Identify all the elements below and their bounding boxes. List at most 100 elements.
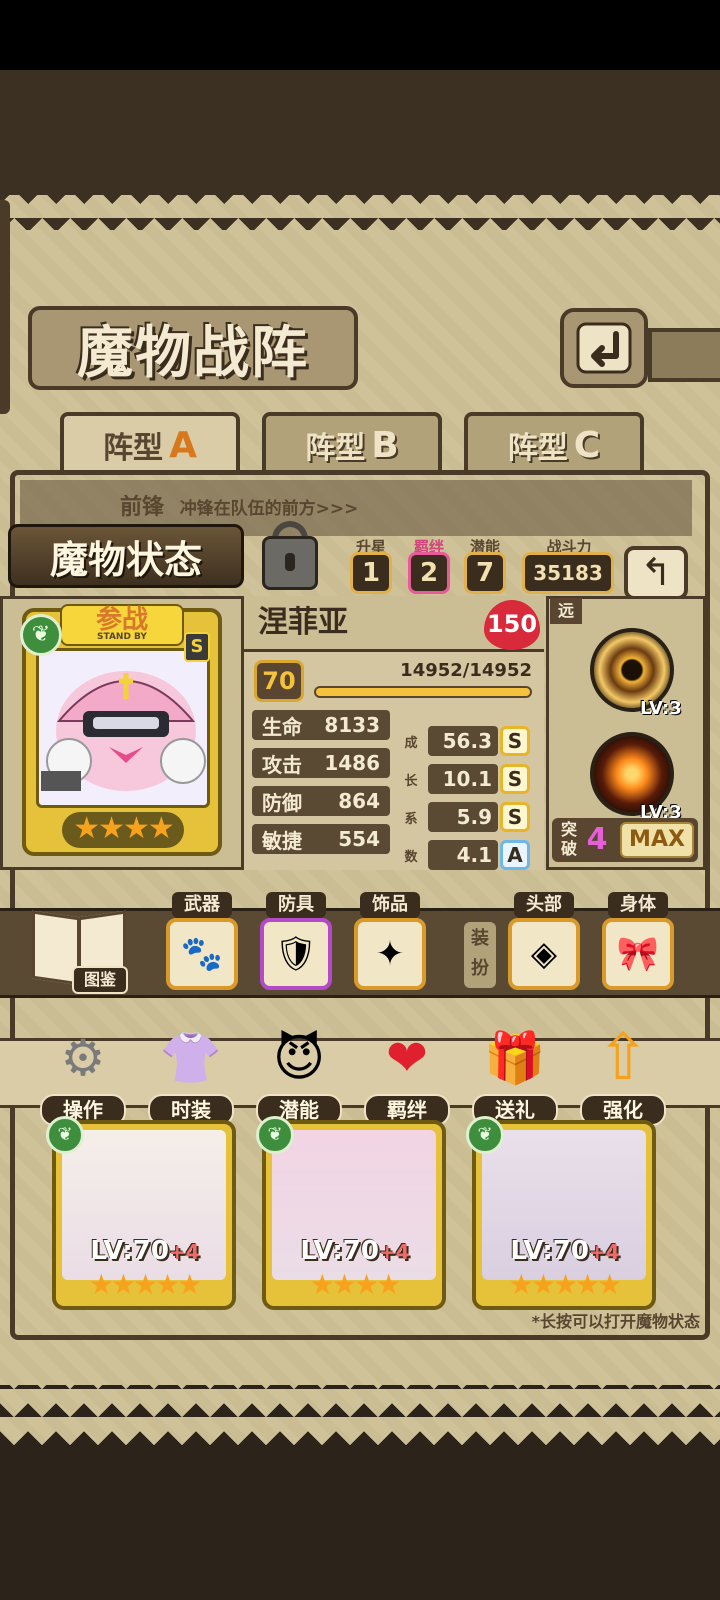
weapon-label: 武器 bbox=[172, 892, 232, 918]
growth-label-char: 长 bbox=[404, 774, 418, 789]
element-leaf-icon: ❦ bbox=[466, 1116, 504, 1154]
stat-label: 敏捷 bbox=[262, 828, 302, 853]
upgrade-arrows-icon[interactable]: ⇧ bbox=[580, 1020, 666, 1096]
stat-label: 攻击 bbox=[262, 752, 302, 777]
level-text: LV:70 bbox=[510, 1236, 589, 1266]
stat-label: 生命 bbox=[262, 714, 302, 739]
tab-letter: A bbox=[169, 424, 197, 466]
skill-level: LV:3 bbox=[640, 698, 682, 719]
panel-top-edge bbox=[0, 190, 720, 230]
gift-icon[interactable]: 🎁 bbox=[472, 1020, 558, 1096]
monster-portrait bbox=[36, 648, 210, 808]
stat-row-defense: 防御 864 bbox=[252, 786, 390, 816]
stat-value: 554 bbox=[338, 827, 380, 851]
back-button[interactable] bbox=[560, 308, 648, 388]
team-member-stars: ★★★★★ bbox=[508, 1268, 623, 1301]
stat-value: 864 bbox=[338, 789, 380, 813]
bond-value[interactable]: 2 bbox=[408, 552, 450, 594]
star-up-value[interactable]: 1 bbox=[350, 552, 392, 594]
grade-badge-agility: A bbox=[500, 840, 530, 870]
exp-text: 14952/14952 bbox=[400, 660, 532, 681]
level-plus: +4 bbox=[378, 1240, 410, 1264]
dress-up-label[interactable]: 装扮 bbox=[464, 922, 496, 988]
monster-stars: ★★★★ bbox=[62, 812, 184, 848]
status-bar bbox=[0, 0, 720, 70]
page-title: 魔物战阵 bbox=[28, 306, 358, 390]
max-button[interactable]: MAX bbox=[620, 822, 694, 858]
team-member-stars: ★★★★★ bbox=[88, 1268, 203, 1301]
power-value: 35183 bbox=[522, 552, 614, 594]
team-member-stars: ★★★★ bbox=[309, 1268, 401, 1301]
bow-icon[interactable]: 🎀 bbox=[602, 918, 674, 990]
potential-value[interactable]: 7 bbox=[464, 552, 506, 594]
return-arrow-button[interactable]: ↰ bbox=[624, 546, 688, 600]
side-handle[interactable] bbox=[0, 200, 10, 414]
stat-row-attack: 攻击 1486 bbox=[252, 748, 390, 778]
grade-badge-attack: S bbox=[500, 764, 530, 794]
accessory-icon[interactable]: ✦ bbox=[354, 918, 426, 990]
long-press-hint: *长按可以打开魔物状态 bbox=[531, 1312, 700, 1331]
tab-letter: C bbox=[573, 424, 601, 466]
stat-value: 1486 bbox=[324, 751, 380, 775]
status-panel-title: 魔物状态 bbox=[8, 524, 244, 588]
armor-label: 防具 bbox=[266, 892, 326, 918]
tab-formation-c[interactable]: 阵型 C bbox=[464, 412, 644, 474]
codex-label[interactable]: 图鉴 bbox=[72, 966, 128, 994]
tab-formation-b[interactable]: 阵型 B bbox=[262, 412, 442, 474]
potential-icon[interactable]: 😈 bbox=[256, 1020, 342, 1096]
background-bottom bbox=[0, 1445, 720, 1600]
panel-bottom-edge bbox=[0, 1385, 720, 1445]
monster-portrait-art bbox=[41, 671, 206, 791]
accessory-label: 饰品 bbox=[360, 892, 420, 918]
growth-value-hp: 56.3 bbox=[428, 726, 498, 756]
mask-icon[interactable]: ◈ bbox=[508, 918, 580, 990]
growth-value-agility: 4.1 bbox=[428, 840, 498, 870]
breakthrough-label: 突破 bbox=[560, 820, 577, 858]
level-text: LV:70 bbox=[300, 1236, 379, 1266]
tab-formation-a[interactable]: 阵型 A bbox=[60, 412, 240, 474]
growth-value-attack: 10.1 bbox=[428, 764, 498, 794]
team-member-level: LV:70+4 bbox=[490, 1236, 640, 1266]
background-top bbox=[0, 70, 720, 195]
hearts-icon[interactable]: ❤ bbox=[364, 1020, 450, 1096]
growth-value-defense: 5.9 bbox=[428, 802, 498, 832]
element-leaf-icon: ❦ bbox=[256, 1116, 294, 1154]
tab-label: 阵型 bbox=[103, 431, 164, 466]
grade-badge-hp: S bbox=[500, 726, 530, 756]
element-leaf-icon: ❦ bbox=[46, 1116, 84, 1154]
tab-label: 阵型 bbox=[305, 431, 366, 466]
head-label: 头部 bbox=[514, 892, 574, 918]
stat-label: 防御 bbox=[262, 790, 302, 815]
growth-label-char: 系 bbox=[404, 812, 418, 827]
level-plus: +4 bbox=[168, 1240, 200, 1264]
grade-badge-defense: S bbox=[500, 802, 530, 832]
tab-label: 阵型 bbox=[507, 431, 568, 466]
stat-row-agility: 敏捷 554 bbox=[252, 824, 390, 854]
team-member-level: LV:70+4 bbox=[70, 1236, 220, 1266]
vanguard-subtitle: 冲锋在队伍的前方>>> bbox=[179, 499, 359, 519]
element-leaf-icon: ❦ bbox=[20, 614, 62, 656]
gear-icon[interactable]: ⚙ bbox=[40, 1020, 126, 1096]
growth-label-char: 数 bbox=[404, 850, 418, 865]
growth-label-char: 成 bbox=[404, 736, 418, 751]
stat-value: 8133 bbox=[324, 713, 380, 737]
lock-keyhole bbox=[285, 553, 295, 571]
range-tag: 远 bbox=[550, 598, 582, 624]
level-text: LV:70 bbox=[90, 1236, 169, 1266]
back-button-arm bbox=[648, 328, 720, 382]
level-badge: 70 bbox=[254, 660, 304, 702]
back-arrow-icon bbox=[576, 322, 632, 374]
armor-icon[interactable]: 🛡 bbox=[260, 918, 332, 990]
tab-letter: B bbox=[371, 424, 399, 466]
team-member-level: LV:70+4 bbox=[280, 1236, 430, 1266]
standby-badge: 参战 STAND BY bbox=[60, 604, 184, 646]
level-plus: +4 bbox=[588, 1240, 620, 1264]
outfit-icon[interactable]: 👚 bbox=[148, 1020, 234, 1096]
paw-weapon-icon[interactable]: 🐾 bbox=[166, 918, 238, 990]
standby-sub-label: STAND BY bbox=[97, 632, 147, 642]
breakthrough-value: 4 bbox=[586, 822, 608, 857]
body-label: 身体 bbox=[608, 892, 668, 918]
exp-bar-fill bbox=[316, 688, 530, 696]
rank-badge: S bbox=[184, 632, 210, 662]
vanguard-title: 前锋 bbox=[120, 495, 165, 520]
